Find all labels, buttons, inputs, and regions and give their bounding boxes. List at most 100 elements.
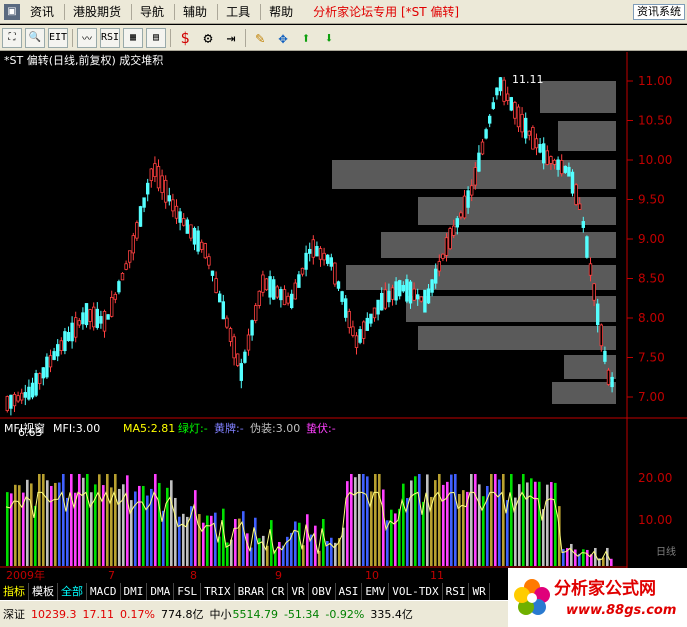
tab-indicator[interactable]: 指标 [0,583,29,600]
mfi-bar [526,482,529,566]
line-icon[interactable]: 〰 [77,27,97,48]
import-icon[interactable]: ⇥ [221,28,241,48]
candle-body [509,97,513,111]
menu-item-info[interactable]: 资讯 [26,3,64,20]
candle-body [322,252,326,261]
candle-body [214,278,218,293]
candle-body [596,303,600,326]
candle-body [524,117,528,139]
candle-body [462,195,467,219]
zoom-icon[interactable]: 🔍 [25,27,45,48]
candle-body [246,334,251,351]
tab-vr[interactable]: VR [288,583,309,600]
mfi-bar [42,474,45,566]
candle-body [531,126,535,150]
tab-cr[interactable]: CR [268,583,289,600]
link-icon[interactable]: ⚙ [198,28,218,48]
dollar-icon[interactable]: $ [175,28,195,48]
candle-body [106,314,110,320]
candle-body [538,144,542,153]
candle-body [113,293,117,300]
indicator-name: MFI视窗 [4,421,45,435]
tab-asi[interactable]: ASI [336,583,363,600]
chart-mode-icon[interactable]: ⛶ [2,27,22,48]
tab-obv[interactable]: OBV [309,583,336,600]
menu-separator [131,3,133,20]
candle-body [250,320,254,336]
tab-brar[interactable]: BRAR [235,583,269,600]
toolbar-separator [245,28,246,47]
tab-all[interactable]: 全部 [58,583,87,600]
volume-stack-bar [406,296,616,322]
arrow-down-icon[interactable]: ⬇ [319,28,339,48]
table-icon[interactable]: ▦ [123,27,143,48]
candle-body [311,239,315,258]
tab-wr[interactable]: WR [469,583,490,600]
tab-rsi[interactable]: RSI [443,583,470,600]
candle-body [225,317,229,328]
time-axis-label: 10 [365,569,379,582]
rsi-icon[interactable]: RSI [100,27,120,48]
candle-body [361,321,366,339]
candle-body [307,248,312,254]
mfi-bar [610,558,613,566]
tab-dmi[interactable]: DMI [121,583,148,600]
menu-item-navigate[interactable]: 导航 [136,3,174,20]
mfi-bar [470,474,473,566]
candle-body [171,199,175,212]
mfi-bar [414,476,417,566]
mfi-bar [494,474,497,566]
menu-item-help[interactable]: 帮助 [265,3,303,20]
tab-emv[interactable]: EMV [362,583,390,600]
cross-move-icon[interactable]: ✥ [273,28,293,48]
mfi-bar [170,480,173,566]
mfi-bar [462,490,465,566]
pencil-icon[interactable]: ✎ [250,28,270,48]
candle-body [300,267,305,275]
tab-dma[interactable]: DMA [147,583,175,600]
candle-body [588,263,593,276]
app-icon[interactable]: ▣ [4,3,20,20]
candle-body [412,288,416,301]
candle-body [441,253,445,259]
tab-trix[interactable]: TRIX [201,583,235,600]
candle-body [376,299,380,315]
candle-body [27,386,31,400]
candle-body [520,113,524,133]
grid-icon[interactable]: ▤ [146,27,166,48]
tab-template[interactable]: 模板 [29,583,58,600]
menu-item-tools[interactable]: 工具 [222,3,260,20]
mfi-bar [82,477,85,566]
mfi-bar [438,474,441,566]
tab-macd[interactable]: MACD [87,583,121,600]
volume-stack-bar [540,81,616,113]
zx-pct: -0.92% [325,607,365,621]
info-system-button[interactable]: 资讯系统 [633,4,685,20]
mfi-bar [522,474,525,566]
mfi-bar [354,477,357,566]
candle-body [156,166,161,189]
site-logo: 分析家公式网 www.88gs.com [508,568,687,627]
candle-body [63,331,67,352]
mfi-bar [126,475,129,566]
candle-body [12,393,17,407]
candle-body [102,311,107,332]
candle-body [459,212,463,218]
candle-body [372,307,377,319]
candle-body [92,306,96,328]
candle-body [95,308,99,328]
menu-item-hk-futures[interactable]: 港股期货 [69,3,131,20]
arrow-up-icon[interactable]: ⬆ [296,28,316,48]
candle-body [466,190,470,208]
candle-body [585,236,589,258]
ma5-value: MA5:2.81 [123,422,175,435]
tab-voltdx[interactable]: VOL-TDX [389,583,443,600]
price-tick-label: 7.50 [638,351,665,365]
mfi-bar [70,474,73,566]
indicator-tick-label: 20.00 [638,471,672,485]
menu-item-assist[interactable]: 辅助 [179,3,217,20]
chart-area[interactable]: *ST 偏转(日线,前复权) 成交堆积 11.00 10.50 10.00 9.50 9… [0,52,687,583]
tab-fsl[interactable]: FSL [174,583,202,600]
mfi-bar [114,474,117,566]
eit-icon[interactable]: EIT [48,27,68,48]
